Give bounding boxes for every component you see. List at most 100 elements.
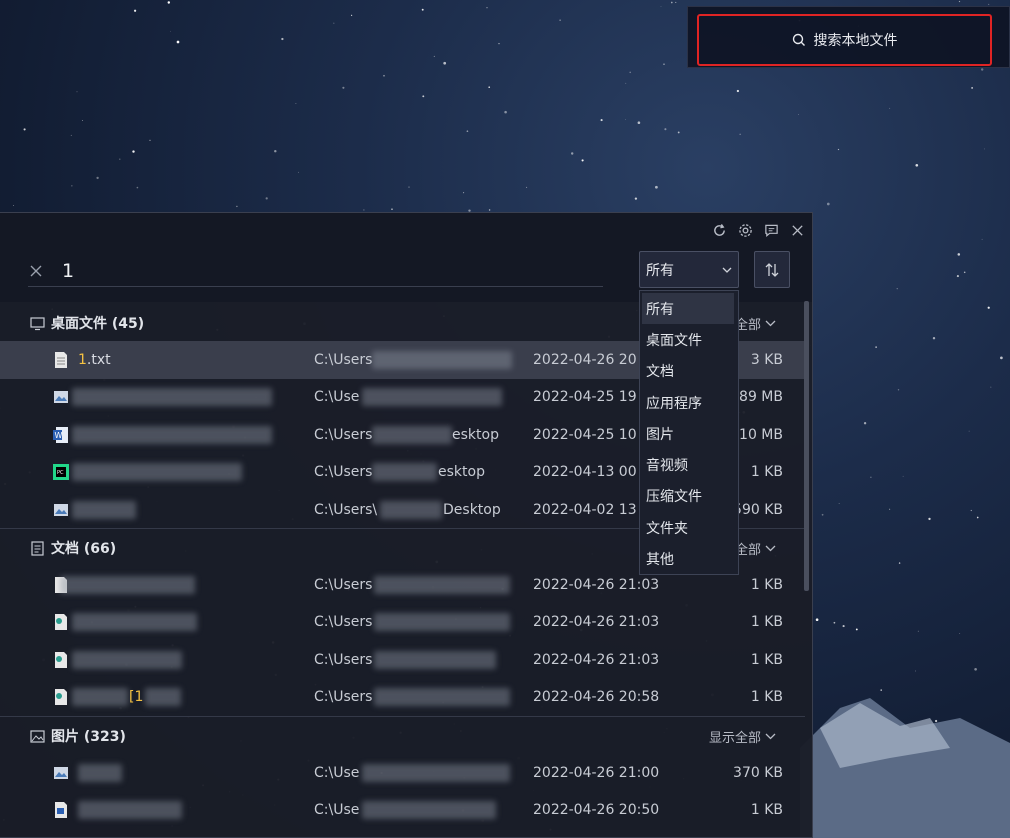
show-all-label: 显示全部 [708, 730, 761, 746]
chevron-down-icon [765, 320, 776, 326]
file-date: 2022-04-26 20:58 [533, 689, 660, 705]
redacted-filename [72, 651, 182, 669]
sort-button[interactable] [754, 251, 790, 288]
filter-option-apps[interactable]: 应用程序 [640, 387, 738, 418]
svg-text:W: W [55, 431, 63, 440]
redacted-path [380, 501, 442, 519]
file-date: 2022-04-25 10 [533, 427, 637, 443]
file-size: 1 KB [750, 577, 783, 593]
file-type-filter-select[interactable]: 所有 [639, 251, 739, 288]
file-size: 1 KB [750, 689, 783, 705]
redacted-path [372, 351, 512, 369]
file-row[interactable]: C:\Users 2022-04-26 21:03 1 KB [0, 603, 805, 641]
text-file-icon [55, 352, 67, 368]
sort-icon [765, 262, 779, 277]
file-path-tail: Desktop [443, 502, 501, 518]
word-file-icon: W [53, 427, 68, 443]
mountain-background [800, 698, 1010, 838]
panel-header: 所有 [0, 213, 812, 302]
file-path: C:\Users [314, 464, 373, 480]
gear-icon [738, 223, 752, 237]
local-file-search-box[interactable]: 搜索本地文件 [697, 14, 992, 66]
chevron-down-icon [765, 545, 776, 551]
pycharm-app-icon: PC [53, 464, 69, 480]
redacted-filename [78, 764, 122, 782]
redacted-path [374, 613, 510, 631]
redacted-path [374, 651, 496, 669]
monitor-icon [30, 316, 45, 330]
file-path: C:\Use [314, 389, 360, 405]
file-row[interactable]: [1 C:\Users 2022-04-26 20:58 1 KB [0, 678, 805, 716]
redacted-path [362, 801, 496, 819]
file-path: C:\Users\ [314, 502, 378, 518]
shortcut-file-icon [55, 614, 67, 630]
query-row [28, 255, 603, 287]
redacted-filename [72, 501, 136, 519]
filter-selected-value: 所有 [646, 262, 674, 279]
file-date: 2022-04-26 21:00 [533, 765, 660, 781]
redacted-filename [72, 426, 272, 444]
close-icon [791, 224, 803, 236]
refresh-icon [713, 223, 725, 236]
filter-option-desktop[interactable]: 桌面文件 [640, 324, 738, 355]
refresh-button[interactable] [710, 221, 728, 239]
redacted-filename [78, 801, 182, 819]
file-path-tail: esktop [438, 464, 485, 480]
chevron-down-icon [765, 733, 776, 739]
image-file-icon [54, 391, 68, 403]
file-path: C:\Users [314, 614, 373, 630]
image-file-icon [54, 767, 68, 779]
clear-query-button[interactable] [28, 263, 44, 279]
close-icon [30, 265, 42, 276]
search-query-input[interactable] [62, 259, 562, 282]
chevron-down-icon [722, 267, 732, 273]
file-row[interactable]: C:\Use 2022-04-26 21:00 370 KB [0, 754, 805, 792]
window-controls [710, 221, 806, 239]
file-size: 10 MB [739, 427, 783, 443]
redacted-path [372, 463, 437, 481]
shortcut-file-icon [55, 689, 67, 705]
file-path: C:\Use [314, 802, 360, 818]
shortcut-file-icon [55, 652, 67, 668]
redacted-filename [72, 688, 128, 706]
filter-option-other[interactable]: 其他 [640, 543, 738, 574]
file-date: 2022-04-25 19 [533, 389, 637, 405]
show-all-images-button[interactable]: 显示全部 [709, 727, 782, 746]
redacted-filename [72, 613, 197, 631]
settings-button[interactable] [736, 221, 754, 239]
file-size: 1 KB [750, 464, 783, 480]
redacted-filename [145, 688, 181, 706]
results-scrollbar[interactable] [804, 301, 809, 591]
close-button[interactable] [788, 221, 806, 239]
section-title-images: 图片 (323) [51, 729, 126, 745]
file-size: 3 KB [750, 352, 783, 368]
svg-text:PC: PC [57, 470, 64, 476]
file-path: C:\Users [314, 652, 373, 668]
file-size: 370 KB [733, 765, 783, 781]
file-size: 1 KB [750, 614, 783, 630]
file-size: 89 MB [739, 389, 783, 405]
filter-option-media[interactable]: 音视频 [640, 449, 738, 480]
filter-option-folders[interactable]: 文件夹 [640, 512, 738, 543]
filter-option-images[interactable]: 图片 [640, 418, 738, 449]
filter-option-all[interactable]: 所有 [642, 293, 734, 325]
file-path: C:\Users [314, 689, 373, 705]
top-search-bar: 搜索本地文件 [687, 6, 1010, 68]
file-path-tail: esktop [452, 427, 499, 443]
file-size: 1 KB [750, 652, 783, 668]
redacted-path [372, 426, 452, 444]
file-row[interactable]: C:\Users 2022-04-26 21:03 1 KB [0, 641, 805, 679]
redacted-path [362, 388, 502, 406]
feedback-button[interactable] [762, 221, 780, 239]
file-date: 2022-04-26 20:50 [533, 802, 660, 818]
filter-option-archives[interactable]: 压缩文件 [640, 481, 738, 512]
document-icon [31, 540, 44, 556]
redacted-path [362, 764, 510, 782]
file-row[interactable]: C:\Use 2022-04-26 20:50 1 KB [0, 791, 805, 829]
file-name-match: [1 [129, 689, 144, 705]
filter-option-docs[interactable]: 文档 [640, 356, 738, 387]
file-type-dropdown: 所有 桌面文件 文档 应用程序 图片 音视频 压缩文件 文件夹 其他 [639, 290, 739, 575]
file-path: C:\Use [314, 765, 360, 781]
image-file-icon [54, 504, 68, 516]
redacted-path [374, 688, 510, 706]
